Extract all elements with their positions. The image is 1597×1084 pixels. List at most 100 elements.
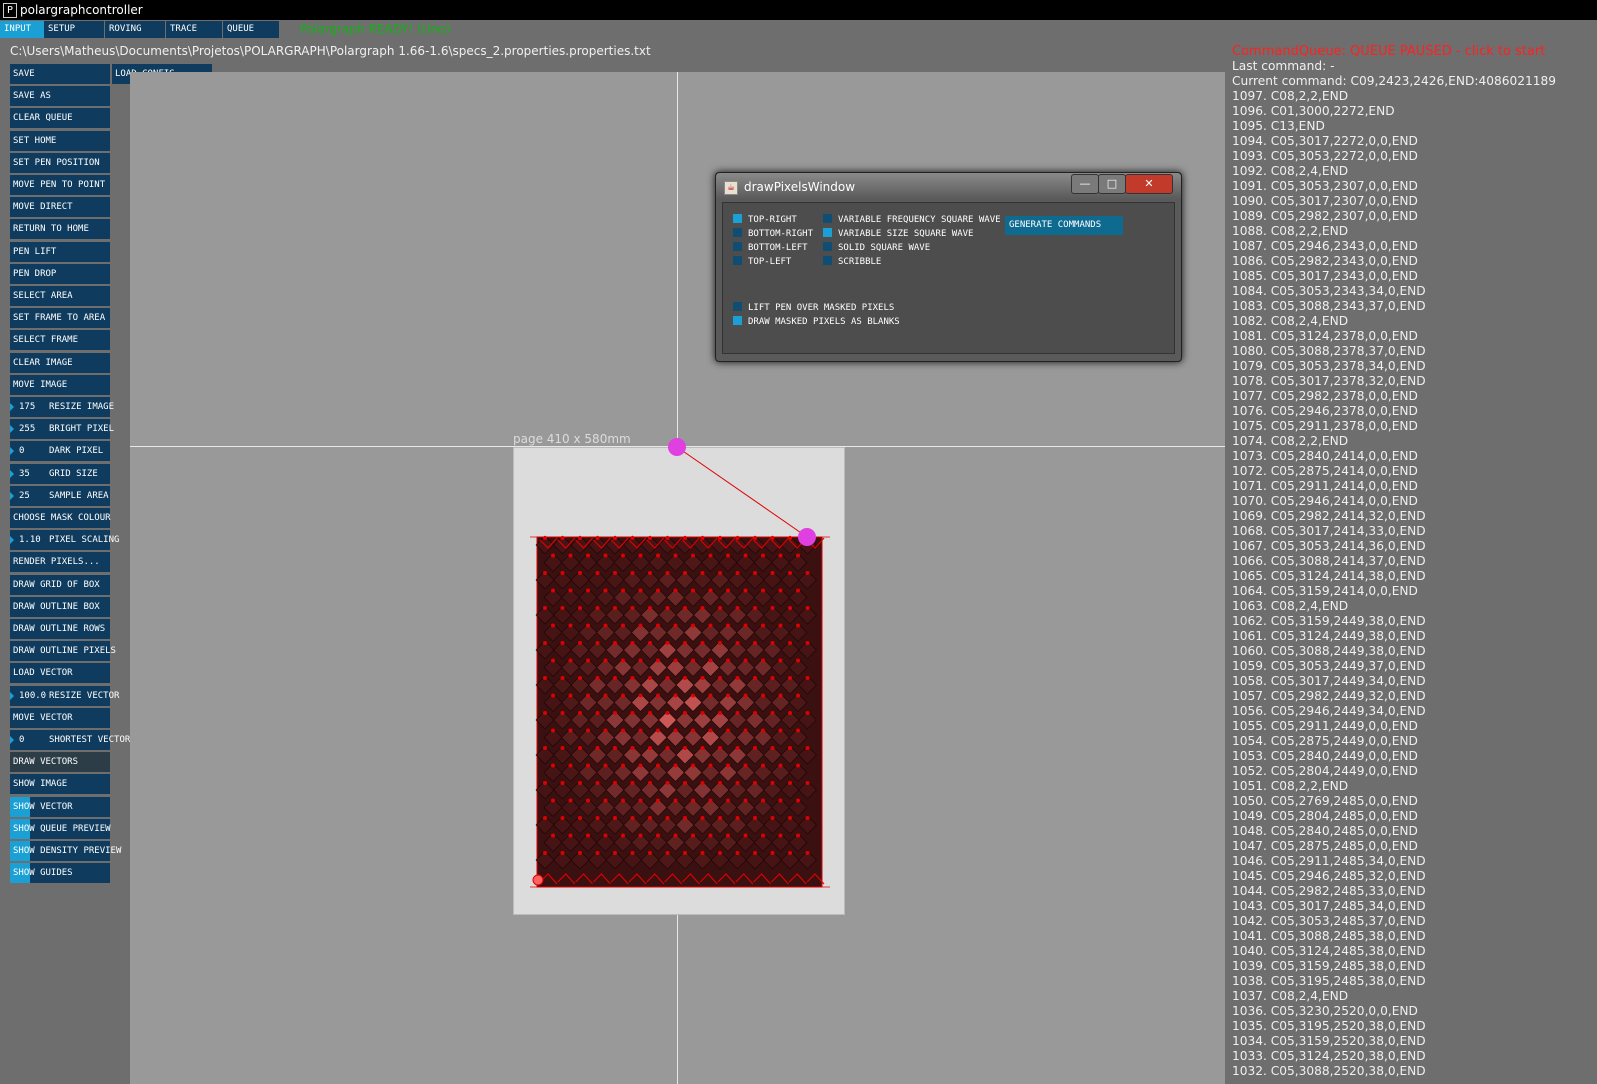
pen-point (656, 728, 660, 733)
pen-point (788, 851, 792, 855)
pen-point (560, 816, 565, 820)
queue-entry: 1042. C05,3053,2485,37,0,END (1232, 914, 1426, 928)
pen-point (613, 851, 617, 855)
pen-point (595, 781, 600, 785)
queue-entry: 1059. C05,3053,2449,37,0,END (1232, 659, 1426, 673)
pen-point (578, 816, 582, 820)
pen-point (778, 833, 783, 838)
pen-point (718, 781, 722, 785)
pen-point (743, 763, 748, 768)
pen-point (788, 641, 792, 645)
pen-point (700, 816, 705, 820)
pen-point (656, 763, 660, 768)
option-variable-size-square-wave[interactable]: VARIABLE SIZE SQUARE WAVE (823, 228, 973, 240)
pen-point (586, 833, 590, 838)
pen-point (630, 746, 635, 750)
pen-point (796, 658, 800, 663)
pen-point (630, 816, 635, 820)
checkbox-icon[interactable] (733, 214, 742, 223)
pen-point (648, 711, 652, 715)
close-icon[interactable]: ✕ (1125, 174, 1173, 194)
pen-point (726, 553, 730, 558)
option-draw-masked-pixels-as-blanks[interactable]: DRAW MASKED PIXELS AS BLANKS (733, 316, 900, 328)
pen-point (560, 711, 565, 715)
queue-entry: 1051. C08,2,2,END (1232, 779, 1349, 793)
pen-point (761, 833, 765, 838)
queue-entry: 1097. C08,2,2,END (1232, 89, 1349, 103)
pen-point (753, 746, 757, 750)
queue-entry: 1087. C05,2946,2343,0,0,END (1232, 239, 1418, 253)
pen-point (665, 571, 670, 575)
dialog-body: GENERATE COMMANDS TOP-RIGHT BOTTOM-RIGHT B… (722, 202, 1175, 354)
pen-point (630, 641, 635, 645)
queue-entry: 1036. C05,3230,2520,0,0,END (1232, 1004, 1418, 1018)
checkbox-icon[interactable] (733, 316, 742, 325)
queue-entry: 1073. C05,2840,2414,0,0,END (1232, 449, 1418, 463)
minimize-icon[interactable]: — (1071, 174, 1099, 194)
pen-point (543, 851, 547, 855)
pen-point (543, 711, 547, 715)
option-bottom-left[interactable]: BOTTOM-LEFT (733, 242, 808, 254)
pen-point (700, 851, 705, 855)
pen-point (673, 588, 678, 593)
pen-point (630, 571, 635, 575)
pen-point (778, 693, 783, 698)
pen-point (543, 606, 547, 610)
pen-point (551, 693, 555, 698)
option-top-left[interactable]: TOP-LEFT (733, 256, 791, 268)
current-command: Current command: C09,2423,2426,END:40860… (1232, 74, 1556, 88)
pen-point (656, 553, 660, 558)
pen-point (543, 641, 547, 645)
pen-point (603, 693, 608, 698)
checkbox-icon[interactable] (823, 242, 832, 251)
checkbox-icon[interactable] (823, 214, 832, 223)
dialog-title-bar[interactable]: ☕ drawPixelsWindow — □ ✕ (716, 173, 1181, 199)
pen-point (673, 693, 678, 698)
option-top-right[interactable]: TOP-RIGHT (733, 214, 797, 226)
pen-point (718, 571, 722, 575)
queue-entry: 1053. C05,2840,2449,0,0,END (1232, 749, 1418, 763)
pen-point (551, 728, 555, 733)
pen-point (621, 588, 625, 593)
pen-point (683, 571, 687, 575)
checkbox-icon[interactable] (823, 228, 832, 237)
pen-point (560, 641, 565, 645)
option-solid-square-wave[interactable]: SOLID SQUARE WAVE (823, 242, 930, 254)
queue-entry: 1033. C05,3124,2520,38,0,END (1232, 1049, 1426, 1063)
queue-status-link[interactable]: CommandQueue: QUEUE PAUSED - click to st… (1232, 44, 1592, 59)
checkbox-icon[interactable] (733, 302, 742, 311)
pen-point (743, 728, 748, 733)
pen-point (586, 693, 590, 698)
generate-commands-button[interactable]: GENERATE COMMANDS (1005, 216, 1123, 235)
dialog-title: drawPixelsWindow (744, 180, 856, 194)
pen-point (578, 641, 582, 645)
option-label: BOTTOM-LEFT (748, 243, 808, 253)
maximize-icon[interactable]: □ (1098, 174, 1126, 194)
pen-point (753, 571, 757, 575)
checkbox-icon[interactable] (733, 256, 742, 265)
option-bottom-right[interactable]: BOTTOM-RIGHT (733, 228, 813, 240)
checkbox-icon[interactable] (823, 256, 832, 265)
pen-point (630, 676, 635, 680)
pen-point (708, 553, 713, 558)
pen-point (796, 553, 800, 558)
pen-point (683, 746, 687, 750)
option-variable-frequency-square-wave[interactable]: VARIABLE FREQUENCY SQUARE WAVE (823, 214, 1001, 226)
pen-point (735, 676, 740, 680)
pen-point (621, 763, 625, 768)
option-lift-pen-over-masked-pixels[interactable]: LIFT PEN OVER MASKED PIXELS (733, 302, 894, 314)
queue-entry: 1067. C05,3053,2414,36,0,END (1232, 539, 1426, 553)
queue-entry: 1084. C05,3053,2343,34,0,END (1232, 284, 1426, 298)
pen-point (770, 571, 775, 575)
pen-point (595, 641, 600, 645)
checkbox-icon[interactable] (733, 228, 742, 237)
pen-position-marker (798, 528, 816, 546)
pen-point (718, 816, 722, 820)
pen-point (656, 798, 660, 803)
option-scribble[interactable]: SCRIBBLE (823, 256, 881, 268)
pen-point (603, 553, 608, 558)
checkbox-icon[interactable] (733, 242, 742, 251)
pen-point (603, 763, 608, 768)
home-marker (532, 874, 544, 886)
pen-point (788, 746, 792, 750)
